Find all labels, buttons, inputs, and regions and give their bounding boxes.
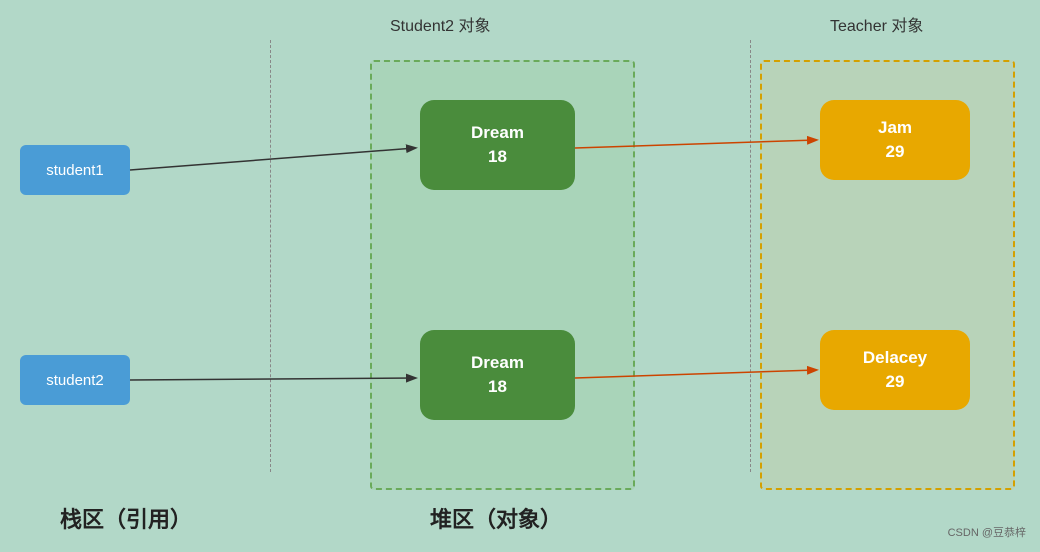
divider-left bbox=[270, 40, 271, 472]
teacher1-box: Jam 29 bbox=[820, 100, 970, 180]
dream2-box: Dream 18 bbox=[420, 330, 575, 420]
teacher-label: Teacher 对象 bbox=[830, 12, 923, 36]
teacher2-box: Delacey 29 bbox=[820, 330, 970, 410]
diagram-container: Student2 对象 Teacher 对象 student1 student2… bbox=[0, 0, 1040, 552]
dream1-box: Dream 18 bbox=[420, 100, 575, 190]
divider-right bbox=[750, 40, 751, 472]
watermark: CSDN @豆恭梓 bbox=[948, 524, 1026, 540]
student1-box: student1 bbox=[20, 145, 130, 195]
student2-box: student2 bbox=[20, 355, 130, 405]
heap-label: 堆区（对象） bbox=[430, 502, 562, 534]
student2-label: Student2 对象 bbox=[390, 12, 491, 36]
stack-label: 栈区（引用） bbox=[60, 502, 192, 534]
